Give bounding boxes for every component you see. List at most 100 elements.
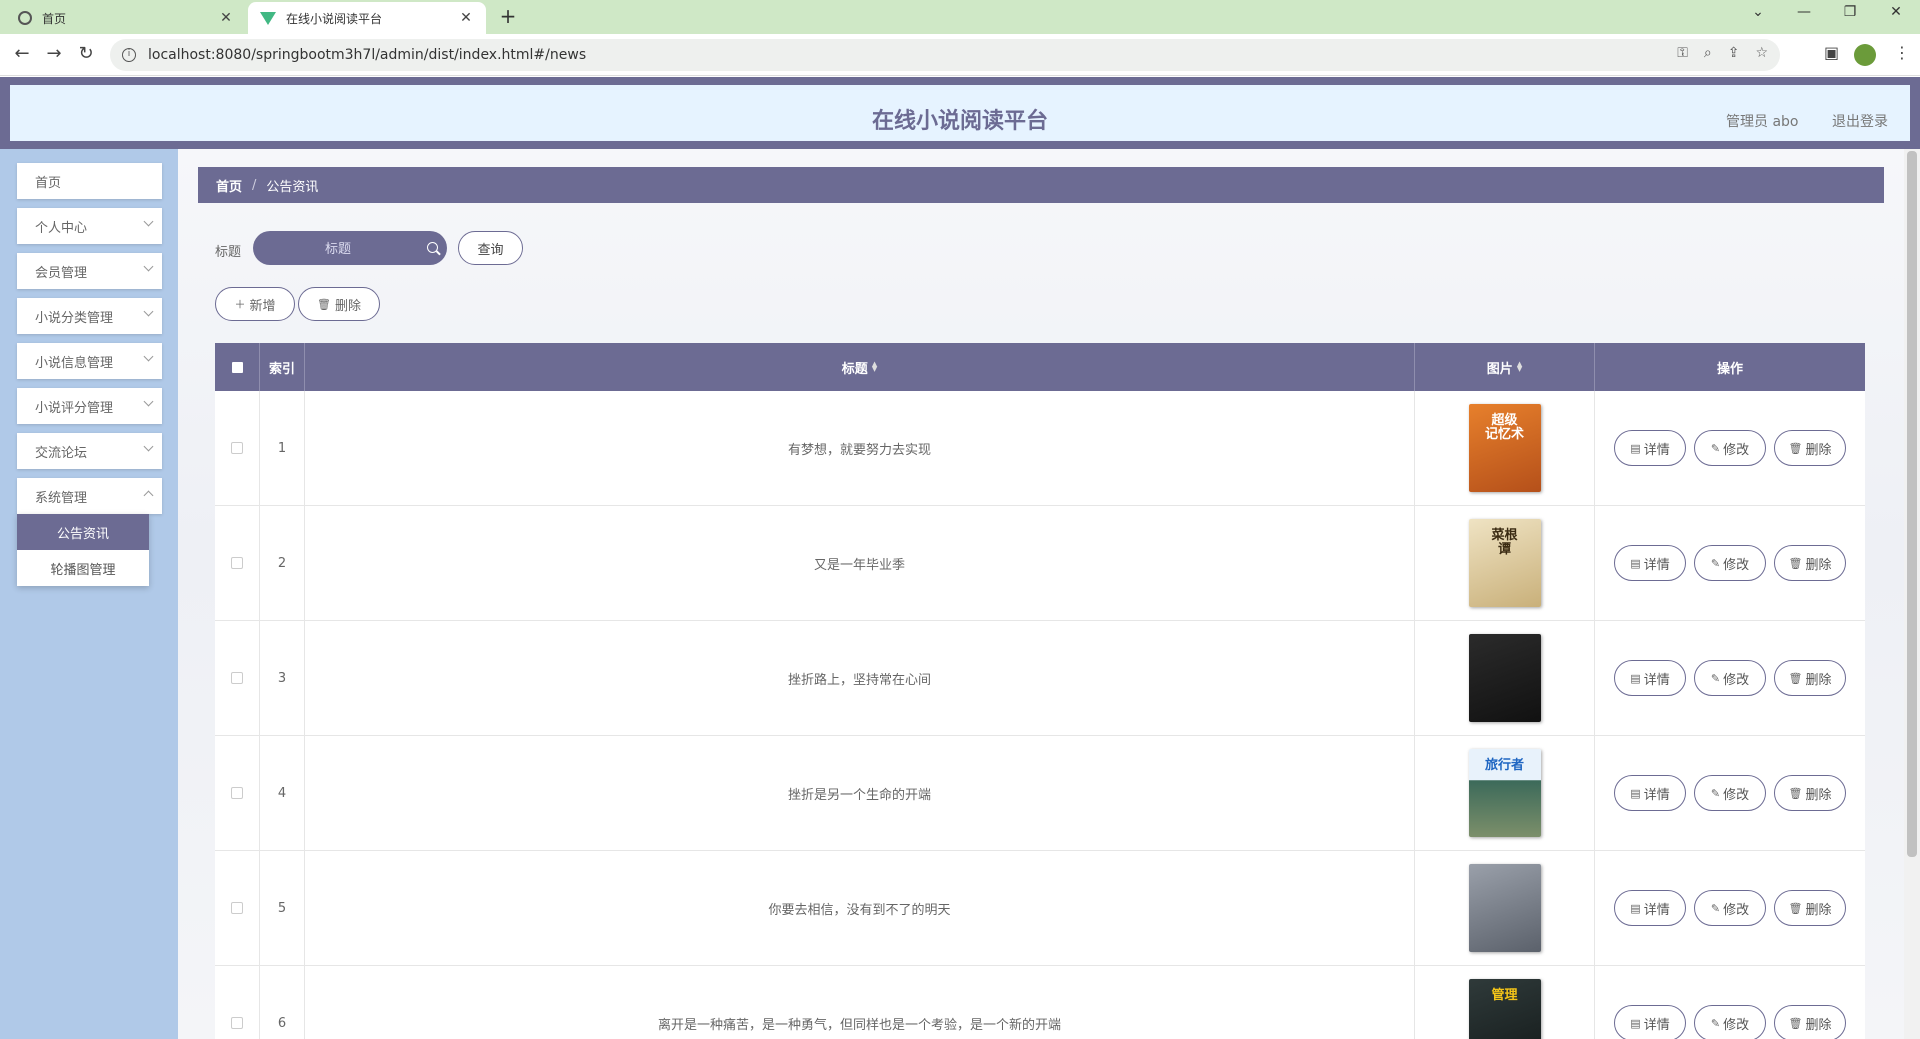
forward-icon[interactable]: → [42,43,66,64]
detail-button[interactable]: ▤ 详情 [1614,545,1686,581]
row-actions: ▤ 详情 ✎ 修改 🗑 删除 [1595,391,1865,505]
menu-dots-icon[interactable]: ⋮ [1894,43,1910,62]
row-checkbox[interactable] [231,442,243,454]
book-cover-image[interactable]: 菜根 谭 [1468,519,1541,607]
row-checkbox-cell [215,506,260,620]
add-button[interactable]: ＋ 新增 [215,287,295,321]
batch-delete-button[interactable]: 🗑 删除 [298,287,380,321]
header-checkbox-cell [215,343,260,391]
reload-icon[interactable]: ↻ [74,43,98,64]
minimize-icon[interactable]: — [1792,4,1816,20]
column-title[interactable]: 标题 ▲ ▼ [305,343,1415,391]
edit-label: 修改 [1723,902,1750,918]
main-content: 首页 / 公告资讯 标题 查询 ＋ 新增 🗑 删除 索引 标题 ▲▼ 图片 ▲▼ 操… [178,149,1904,1039]
browser-tab-home[interactable]: 首页 ✕ [6,2,246,34]
submenu-item-news[interactable]: 公告资讯 [17,514,149,550]
pencil-icon: ✎ [1710,671,1721,685]
query-button[interactable]: 查询 [458,231,523,265]
logout-link[interactable]: 退出登录 [1832,111,1888,131]
row-checkbox[interactable] [231,1017,243,1029]
sort-icon[interactable]: ▲ ▼ [1517,361,1522,373]
detail-label: 详情 [1643,672,1670,688]
page-scrollbar[interactable] [1904,149,1920,1039]
detail-button[interactable]: ▤ 详情 [1614,1005,1686,1039]
sidebar-item-novels[interactable]: 小说信息管理 [17,343,162,379]
row-checkbox[interactable] [231,672,243,684]
detail-button[interactable]: ▤ 详情 [1614,660,1686,696]
pencil-icon: ✎ [1710,901,1721,915]
book-cover-image[interactable] [1468,634,1541,722]
detail-button[interactable]: ▤ 详情 [1614,775,1686,811]
book-cover-image[interactable]: 管理 [1468,979,1541,1039]
row-actions: ▤ 详情 ✎ 修改 🗑 删除 [1595,966,1865,1039]
edit-button[interactable]: ✎ 修改 [1694,545,1766,581]
delete-button[interactable]: 🗑 删除 [1774,775,1846,811]
delete-button[interactable]: 🗑 删除 [1774,430,1846,466]
detail-button[interactable]: ▤ 详情 [1614,890,1686,926]
row-checkbox[interactable] [231,787,243,799]
row-checkbox[interactable] [231,902,243,914]
delete-button[interactable]: 🗑 删除 [1774,1005,1846,1039]
sidebar-item-profile[interactable]: 个人中心 [17,208,162,244]
chevron-down-icon [143,441,154,452]
key-icon[interactable]: ⚿ [1677,45,1688,61]
close-icon[interactable]: ✕ [218,10,234,26]
globe-icon [18,11,32,25]
delete-label: 删除 [1805,787,1832,803]
edit-button[interactable]: ✎ 修改 [1694,775,1766,811]
browser-tab-active[interactable]: 在线小说阅读平台 ✕ [248,2,486,34]
info-icon[interactable]: i [122,48,136,62]
chevron-down-icon[interactable]: ⌄ [1746,4,1770,20]
new-tab-icon[interactable]: + [496,4,520,28]
edit-button[interactable]: ✎ 修改 [1694,660,1766,696]
bookmark-star-icon[interactable]: ☆ [1755,45,1768,61]
edit-button[interactable]: ✎ 修改 [1694,890,1766,926]
document-icon: ▤ [1630,671,1641,685]
current-user: 管理员 abo [1726,114,1799,130]
delete-label: 删除 [1805,1017,1832,1033]
column-image[interactable]: 图片 ▲ ▼ [1415,343,1595,391]
delete-button[interactable]: 🗑 删除 [1774,660,1846,696]
breadcrumb: 首页 / 公告资讯 [198,167,1884,203]
sidebar-item-forum[interactable]: 交流论坛 [17,433,162,469]
delete-label: 删除 [1805,557,1832,573]
close-window-icon[interactable]: ✕ [1884,4,1908,20]
row-checkbox[interactable] [231,557,243,569]
book-cover-image[interactable]: 旅行者 [1468,749,1541,837]
book-cover-image[interactable]: 超级 记忆术 [1468,404,1541,492]
share-icon[interactable]: ⇪ [1728,45,1740,61]
edit-button[interactable]: ✎ 修改 [1694,1005,1766,1039]
chevron-down-icon [143,351,154,362]
book-cover-image[interactable] [1468,864,1541,952]
sidebar-item-system[interactable]: 系统管理 [17,478,162,514]
sidebar-item-categories[interactable]: 小说分类管理 [17,298,162,334]
sidebar: 首页 个人中心 会员管理 小说分类管理 小说信息管理 小说评分管理 交流论坛 系… [0,149,178,1039]
sidebar-item-home[interactable]: 首页 [17,163,162,199]
detail-button[interactable]: ▤ 详情 [1614,430,1686,466]
row-checkbox-cell [215,966,260,1039]
trash-icon: 🗑 [317,297,331,311]
delete-button[interactable]: 🗑 删除 [1774,545,1846,581]
select-all-checkbox[interactable] [231,361,243,373]
edit-label: 修改 [1723,787,1750,803]
restore-icon[interactable]: ❐ [1838,4,1862,20]
scrollbar-thumb[interactable] [1907,151,1917,857]
zoom-icon[interactable]: ⌕ [1704,45,1712,61]
search-input[interactable] [253,231,447,265]
back-icon[interactable]: ← [10,43,34,64]
row-index: 2 [260,506,305,620]
sidebar-item-members[interactable]: 会员管理 [17,253,162,289]
row-title: 你要去相信，没有到不了的明天 [305,851,1415,965]
close-icon[interactable]: ✕ [458,10,474,26]
sort-icon[interactable]: ▲ ▼ [872,361,877,373]
edit-button[interactable]: ✎ 修改 [1694,430,1766,466]
breadcrumb-home[interactable]: 首页 [216,176,242,195]
sidepanel-icon[interactable]: ▣ [1824,43,1839,62]
plus-icon: ＋ [234,298,246,311]
url-field[interactable]: i localhost:8080/springbootm3h7l/admin/d… [110,39,1780,71]
sidebar-item-ratings[interactable]: 小说评分管理 [17,388,162,424]
profile-avatar[interactable] [1854,44,1876,66]
trash-icon: 🗑 [1788,786,1803,800]
submenu-item-carousel[interactable]: 轮播图管理 [17,550,149,586]
delete-button[interactable]: 🗑 删除 [1774,890,1846,926]
